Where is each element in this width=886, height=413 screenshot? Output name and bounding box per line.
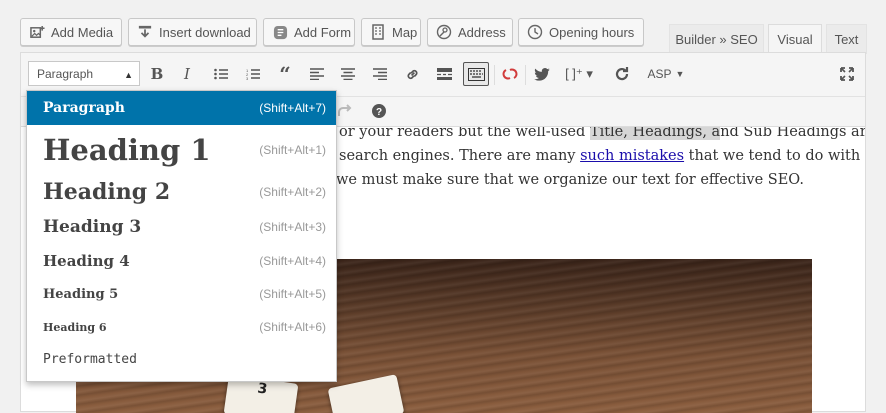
content-line-1-b: nd Sub Headings are: [720, 127, 865, 140]
tab-text[interactable]: Text: [826, 24, 867, 54]
caret-up-icon: ▲: [124, 70, 133, 80]
italic-icon: I: [184, 65, 190, 83]
shortcode-icon: [ ]⁺ ▾: [565, 66, 593, 81]
bold-button[interactable]: B: [146, 63, 168, 85]
twitter-icon: [534, 67, 550, 81]
align-left-button[interactable]: [306, 63, 328, 85]
menu-item-shortcut: (Shift+Alt+5): [259, 287, 326, 301]
menu-item-label: Heading 2: [43, 179, 171, 205]
toolbar-divider: [494, 65, 495, 85]
menu-item-heading-5[interactable]: Heading 5 (Shift+Alt+5): [27, 278, 336, 310]
menu-item-label: Preformatted: [43, 351, 137, 367]
toolbar-toggle-button[interactable]: [463, 62, 489, 86]
format-select[interactable]: Paragraph ▲: [28, 61, 140, 86]
menu-item-label: Heading 3: [43, 217, 142, 237]
align-center-icon: [341, 68, 355, 80]
align-left-icon: [310, 68, 324, 80]
tab-text-label: Text: [834, 32, 859, 47]
refresh-button[interactable]: [611, 63, 633, 85]
asp-label: ASP: [647, 67, 672, 81]
tab-builder-seo[interactable]: Builder » SEO: [669, 24, 764, 54]
keyboard-icon: [467, 67, 485, 81]
menu-item-heading-1[interactable]: Heading 1 (Shift+Alt+1): [27, 129, 336, 171]
red-swirl-icon: [502, 68, 518, 80]
such-mistakes-link[interactable]: such mistakes: [580, 148, 684, 164]
menu-item-label: Heading 4: [43, 252, 130, 270]
menu-item-shortcut: (Shift+Alt+2): [259, 185, 326, 199]
align-right-icon: [373, 68, 387, 80]
content-line-2-a: search engines. There are many: [339, 148, 581, 164]
shortcode-button[interactable]: [ ]⁺ ▾: [559, 63, 599, 85]
bold-icon: B: [150, 65, 164, 83]
bullet-list-icon: [214, 68, 228, 80]
svg-text:3: 3: [246, 76, 249, 80]
menu-item-heading-4[interactable]: Heading 4 (Shift+Alt+4): [27, 245, 336, 277]
menu-item-heading-2[interactable]: Heading 2 (Shift+Alt+2): [27, 175, 336, 209]
menu-item-preformatted[interactable]: Preformatted: [27, 343, 336, 375]
insert-link-button[interactable]: [401, 63, 423, 85]
toolbar-divider: [525, 65, 526, 85]
blockquote-button[interactable]: “: [274, 62, 296, 86]
content-line-2-b: that we tend to do with: [684, 148, 861, 164]
help-icon: ?: [372, 104, 386, 118]
menu-item-label: Heading 6: [43, 320, 107, 334]
menu-item-paragraph[interactable]: Paragraph (Shift+Alt+7): [27, 91, 336, 125]
quote-icon: “: [279, 62, 291, 86]
fullscreen-icon: [840, 67, 854, 81]
align-center-button[interactable]: [337, 63, 359, 85]
tab-builder-seo-label: Builder » SEO: [675, 32, 758, 47]
editor-tabs: Builder » SEO Visual Text: [0, 24, 886, 54]
caret-down-icon: ▼: [675, 69, 685, 79]
menu-item-heading-3[interactable]: Heading 3 (Shift+Alt+3): [27, 211, 336, 243]
read-more-icon: [436, 68, 452, 80]
tab-visual[interactable]: Visual: [768, 24, 822, 54]
redo-icon: [337, 104, 351, 116]
content-line-1-a: or your readers but the well-used: [339, 127, 590, 140]
format-select-value: Paragraph: [37, 66, 94, 81]
menu-item-label: Paragraph: [43, 100, 125, 116]
menu-item-shortcut: (Shift+Alt+1): [259, 143, 326, 157]
menu-item-shortcut: (Shift+Alt+7): [259, 101, 326, 115]
asp-button[interactable]: ASP ▼: [645, 63, 687, 85]
content-line-2: search engines. There are many such mist…: [339, 148, 860, 164]
svg-text:?: ?: [376, 107, 382, 118]
tab-visual-label: Visual: [777, 32, 813, 47]
format-dropdown-menu: Paragraph (Shift+Alt+7) Heading 1 (Shift…: [26, 90, 337, 382]
refresh-icon: [615, 67, 629, 81]
numbered-list-button[interactable]: 123: [242, 63, 264, 85]
menu-item-shortcut: (Shift+Alt+6): [259, 320, 326, 334]
menu-item-shortcut: (Shift+Alt+3): [259, 220, 326, 234]
content-line-1: or your readers but the well-used Title,…: [339, 127, 865, 140]
bullet-list-button[interactable]: [210, 63, 232, 85]
twitter-button[interactable]: [531, 63, 553, 85]
photo-tile: [327, 374, 405, 413]
numbered-list-icon: 123: [246, 68, 260, 80]
menu-item-label: Heading 1: [43, 133, 211, 167]
menu-item-heading-6[interactable]: Heading 6 (Shift+Alt+6): [27, 311, 336, 343]
menu-item-shortcut: (Shift+Alt+4): [259, 254, 326, 268]
italic-button[interactable]: I: [176, 63, 198, 85]
content-line-3: we must make sure that we organize our t…: [336, 172, 804, 188]
link-icon: [406, 69, 418, 79]
fullscreen-button[interactable]: [836, 63, 858, 85]
cycle-button[interactable]: [499, 63, 521, 85]
align-right-button[interactable]: [369, 63, 391, 85]
help-button[interactable]: ?: [368, 100, 390, 122]
selected-text: Title, Headings, a: [589, 127, 721, 140]
menu-item-label: Heading 5: [43, 286, 119, 302]
read-more-button[interactable]: [433, 63, 455, 85]
